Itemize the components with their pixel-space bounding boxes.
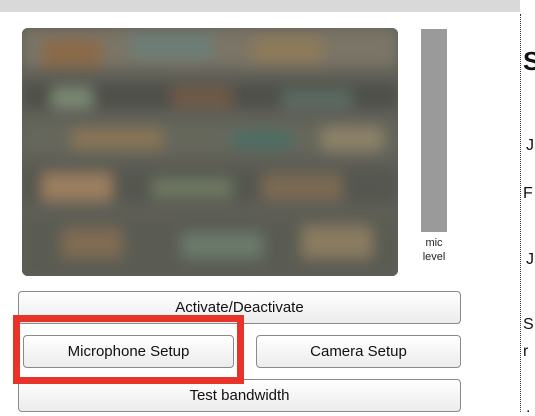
mic-level-label-line1: mic — [425, 237, 443, 249]
camera-preview-image — [22, 28, 398, 276]
mic-level-label-line2: level — [422, 251, 446, 263]
right-panel-text: S — [523, 46, 535, 76]
top-bar — [0, 0, 520, 12]
right-panel-text: r — [523, 343, 529, 360]
microphone-setup-button[interactable]: Microphone Setup — [23, 335, 234, 368]
right-panel-text: J — [526, 251, 534, 268]
mic-level-label: mic level — [410, 236, 458, 264]
right-panel-text: J — [526, 137, 534, 154]
camera-preview — [22, 28, 398, 276]
right-panel-text: . — [526, 399, 531, 416]
activate-deactivate-button[interactable]: Activate/Deactivate — [18, 291, 461, 324]
right-panel-text: S — [523, 316, 534, 333]
camera-setup-button[interactable]: Camera Setup — [256, 335, 461, 368]
panel-divider — [520, 14, 521, 412]
test-bandwidth-button[interactable]: Test bandwidth — [18, 379, 461, 412]
mic-level-meter — [421, 29, 447, 232]
right-panel-text: F — [523, 185, 533, 202]
